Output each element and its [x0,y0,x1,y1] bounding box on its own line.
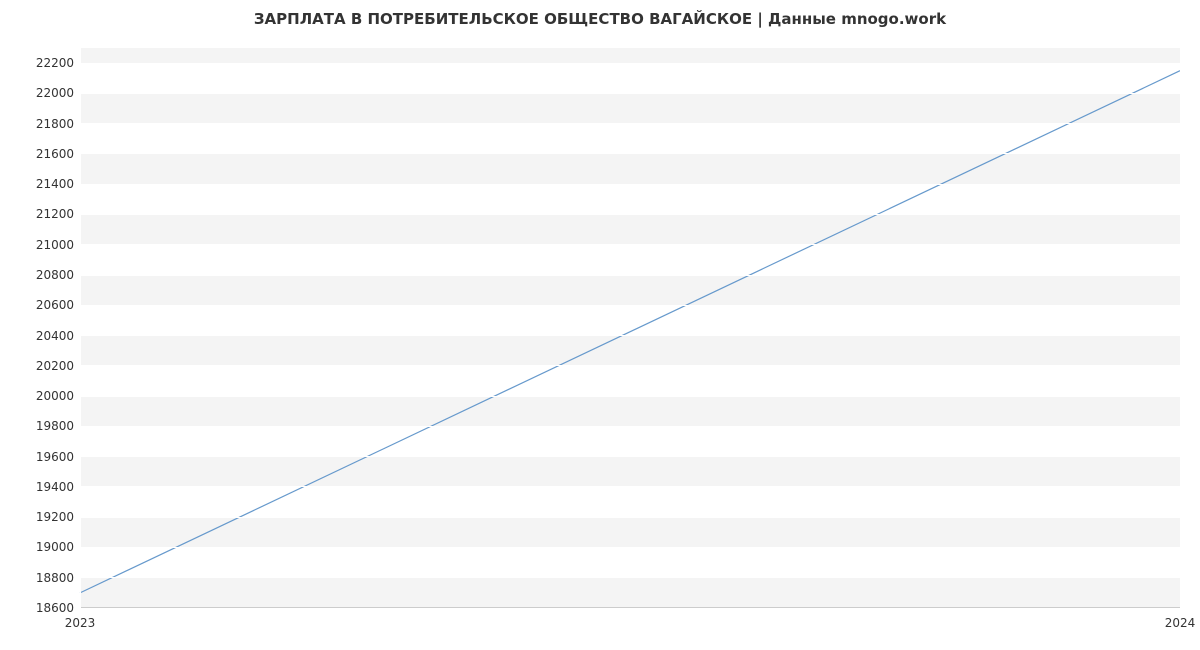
y-gridline [80,305,1180,306]
y-tick-label: 19600 [4,450,74,464]
y-gridline [80,275,1180,276]
y-tick-label: 21200 [4,207,74,221]
y-tick-label: 18600 [4,601,74,615]
series-line [80,71,1180,593]
x-gridline [80,48,81,608]
chart-container: ЗАРПЛАТА В ПОТРЕБИТЕЛЬСКОЕ ОБЩЕСТВО ВАГА… [0,0,1200,650]
y-gridline [80,153,1180,154]
y-tick-label: 19000 [4,540,74,554]
y-tick-label: 20600 [4,298,74,312]
y-gridline [80,426,1180,427]
plot-area [80,48,1180,608]
y-gridline [80,184,1180,185]
y-gridline [80,244,1180,245]
y-tick-label: 19800 [4,419,74,433]
y-gridline [80,396,1180,397]
y-tick-label: 18800 [4,571,74,585]
y-gridline [80,517,1180,518]
y-gridline [80,335,1180,336]
y-tick-label: 22200 [4,56,74,70]
line-layer [80,48,1180,608]
y-gridline [80,214,1180,215]
y-tick-label: 19200 [4,510,74,524]
y-gridline [80,93,1180,94]
y-tick-label: 22000 [4,86,74,100]
y-tick-label: 21400 [4,177,74,191]
y-gridline [80,486,1180,487]
y-gridline [80,365,1180,366]
y-tick-label: 20800 [4,268,74,282]
y-gridline [80,547,1180,548]
y-tick-label: 21000 [4,238,74,252]
chart-title: ЗАРПЛАТА В ПОТРЕБИТЕЛЬСКОЕ ОБЩЕСТВО ВАГА… [0,10,1200,28]
x-tick-label: 2024 [1165,616,1196,630]
y-tick-label: 20000 [4,389,74,403]
y-gridline [80,63,1180,64]
y-tick-label: 20400 [4,329,74,343]
y-tick-label: 19400 [4,480,74,494]
y-tick-label: 21800 [4,117,74,131]
x-gridline [1180,48,1181,608]
y-tick-label: 21600 [4,147,74,161]
x-tick-label: 2023 [65,616,96,630]
y-gridline [80,577,1180,578]
y-gridline [80,456,1180,457]
y-gridline [80,123,1180,124]
y-gridline [80,608,1180,609]
y-tick-label: 20200 [4,359,74,373]
